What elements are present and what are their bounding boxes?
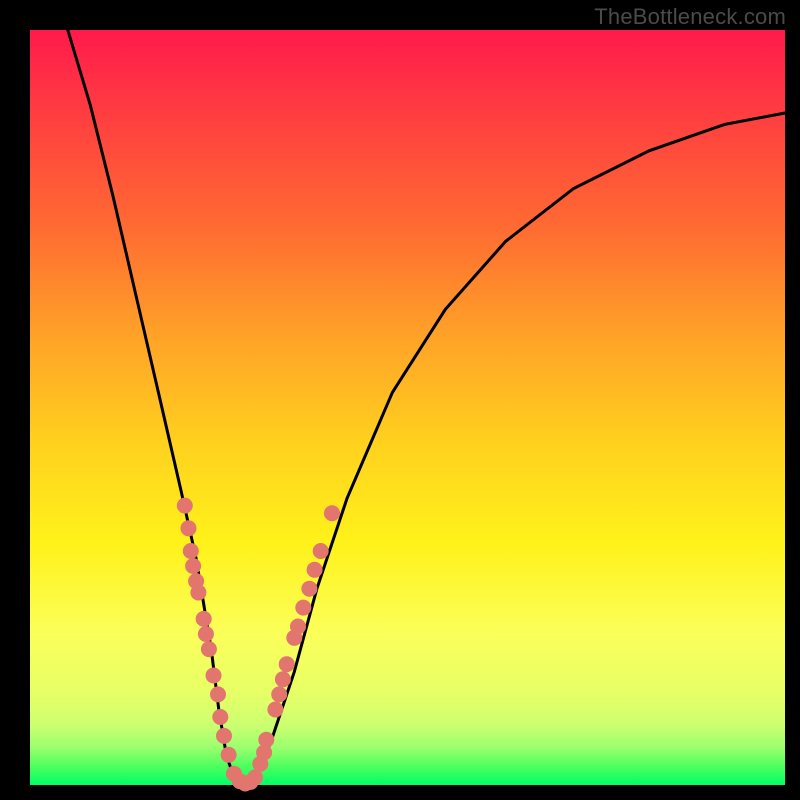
scatter-dot	[181, 520, 197, 536]
scatter-dot	[279, 656, 295, 672]
scatter-dot	[206, 668, 222, 684]
scatter-dot	[313, 543, 329, 559]
scatter-dot	[301, 581, 317, 597]
scatter-dots	[177, 498, 340, 792]
scatter-dot	[271, 686, 287, 702]
curve-svg	[30, 30, 785, 785]
scatter-dot	[324, 505, 340, 521]
scatter-dot	[201, 641, 217, 657]
scatter-dot	[190, 585, 206, 601]
scatter-dot	[275, 671, 291, 687]
scatter-dot	[290, 619, 306, 635]
scatter-dot	[221, 747, 237, 763]
scatter-dot	[247, 770, 263, 786]
scatter-dot	[295, 600, 311, 616]
scatter-dot	[177, 498, 193, 514]
outer-frame: TheBottleneck.com	[0, 0, 800, 800]
plot-area	[30, 30, 785, 785]
watermark-text: TheBottleneck.com	[594, 4, 786, 30]
scatter-dot	[212, 709, 228, 725]
scatter-dot	[183, 543, 199, 559]
scatter-dot	[185, 558, 201, 574]
scatter-dot	[198, 626, 214, 642]
scatter-dot	[210, 686, 226, 702]
scatter-dot	[307, 562, 323, 578]
scatter-dot	[267, 702, 283, 718]
scatter-dot	[196, 611, 212, 627]
scatter-dot	[258, 732, 274, 748]
bottleneck-curve	[68, 30, 785, 785]
scatter-dot	[216, 728, 232, 744]
